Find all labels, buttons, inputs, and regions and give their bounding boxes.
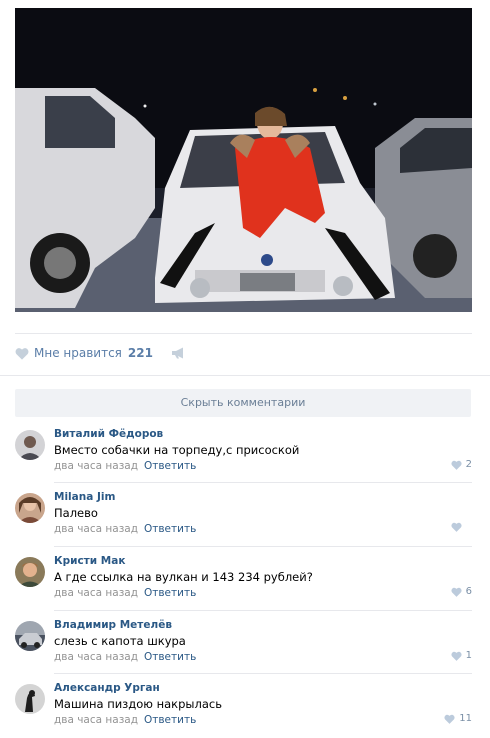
avatar[interactable]	[15, 684, 45, 714]
comment-like-count: 1	[465, 650, 472, 661]
comment-author[interactable]: Кристи Мак	[54, 555, 125, 567]
comment-meta: два часа назад Ответить	[54, 651, 196, 663]
heart-icon[interactable]	[451, 651, 462, 661]
avatar[interactable]	[15, 557, 45, 587]
comment-divider	[54, 482, 472, 483]
heart-icon[interactable]	[15, 347, 29, 360]
reply-link[interactable]: Ответить	[144, 523, 196, 535]
comment-meta: два часа назад Ответить	[54, 714, 196, 726]
comment-like-count: 11	[459, 713, 472, 724]
hide-comments-button[interactable]: Скрыть комментарии	[15, 389, 471, 417]
reply-link[interactable]: Ответить	[144, 460, 196, 472]
megaphone-icon[interactable]	[171, 347, 187, 359]
heart-icon[interactable]	[451, 522, 462, 532]
heart-icon[interactable]	[444, 714, 455, 724]
comment-divider	[54, 673, 472, 674]
comment-meta: два часа назад Ответить	[54, 587, 196, 599]
comment-time[interactable]: два часа назад	[54, 714, 138, 726]
reply-link[interactable]: Ответить	[144, 714, 196, 726]
comment-time[interactable]: два часа назад	[54, 523, 138, 535]
heart-icon[interactable]	[451, 460, 462, 470]
comment-item: Александр Урган Машина пиздою накрылась …	[15, 682, 472, 738]
comment-like[interactable]: 2	[451, 459, 472, 470]
avatar[interactable]	[15, 621, 45, 651]
comment-divider	[54, 610, 472, 611]
avatar[interactable]	[15, 493, 45, 523]
comment-author[interactable]: Владимир Метелёв	[54, 619, 172, 631]
like-count[interactable]: 221	[128, 346, 153, 360]
photo-divider	[15, 333, 472, 334]
comment-text: слезь с капота шкура	[54, 634, 186, 648]
comment-author[interactable]: Александр Урган	[54, 682, 160, 694]
comment-text: А где ссылка на вулкан и 143 234 рублей?	[54, 570, 313, 584]
section-divider	[0, 375, 490, 376]
comment-author[interactable]: Milana Jim	[54, 491, 115, 503]
comment-item: Кристи Мак А где ссылка на вулкан и 143 …	[15, 555, 472, 615]
post-photo[interactable]	[15, 8, 472, 312]
comment-item: Виталий Фёдоров Вместо собачки на торпед…	[15, 428, 472, 488]
comment-like[interactable]: 11	[444, 713, 472, 724]
comment-like-count: 6	[465, 586, 472, 597]
comment-like-count: 2	[465, 459, 472, 470]
comment-time[interactable]: два часа назад	[54, 460, 138, 472]
comment-divider	[54, 546, 472, 547]
reply-link[interactable]: Ответить	[144, 587, 196, 599]
like-label[interactable]: Мне нравится	[34, 346, 122, 360]
avatar[interactable]	[15, 430, 45, 460]
like-bar[interactable]: Мне нравится 221	[15, 343, 187, 363]
comment-text: Машина пиздою накрылась	[54, 697, 223, 711]
comment-text: Палево	[54, 506, 98, 520]
comment-author[interactable]: Виталий Фёдоров	[54, 428, 163, 440]
comment-item: Milana Jim Палево два часа назад Ответить	[15, 491, 472, 551]
comment-like[interactable]: 6	[451, 586, 472, 597]
comment-like[interactable]: 1	[451, 650, 472, 661]
heart-icon[interactable]	[451, 587, 462, 597]
comment-text: Вместо собачки на торпеду,с присоской	[54, 443, 300, 457]
comment-like[interactable]	[451, 522, 472, 532]
comment-time[interactable]: два часа назад	[54, 651, 138, 663]
reply-link[interactable]: Ответить	[144, 651, 196, 663]
comment-time[interactable]: два часа назад	[54, 587, 138, 599]
comment-meta: два часа назад Ответить	[54, 523, 196, 535]
comment-meta: два часа назад Ответить	[54, 460, 196, 472]
comment-item: Владимир Метелёв слезь с капота шкура дв…	[15, 619, 472, 679]
